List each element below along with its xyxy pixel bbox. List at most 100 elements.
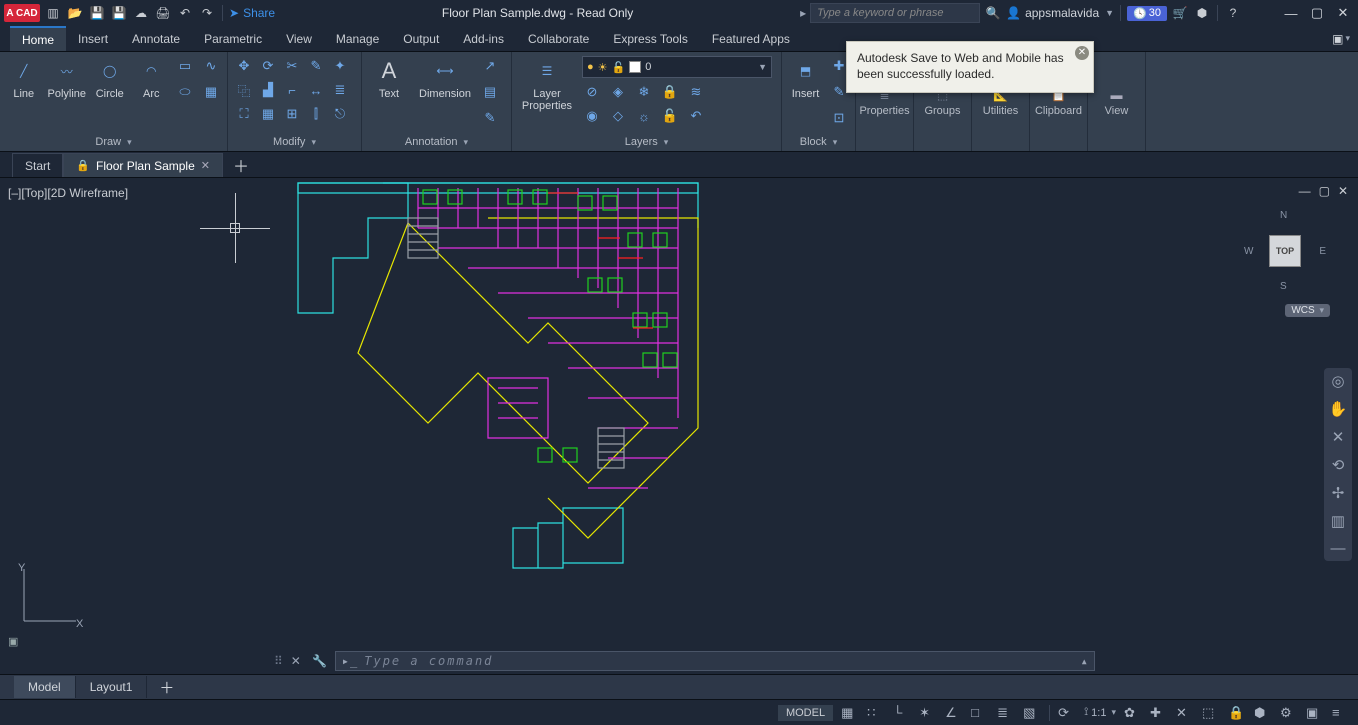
ucs-icon[interactable]: Y X [14,561,84,634]
explode-icon[interactable]: ✦ [330,56,350,76]
viewcube[interactable]: N S E W TOP [1240,206,1330,296]
layer-unisolate-icon[interactable]: ◇ [608,106,628,126]
rotate-icon[interactable]: ⟳ [258,56,278,76]
attribute-icon[interactable]: ⊡ [829,108,849,128]
anno-monitor-icon[interactable]: ✚ [1150,705,1168,721]
layer-thaw-icon[interactable]: ☼ [634,106,654,126]
mtext-icon[interactable]: ✎ [480,108,500,128]
viewcube-north[interactable]: N [1280,210,1287,221]
save-icon[interactable]: 💾 [88,4,106,22]
viewcube-west[interactable]: W [1244,246,1253,257]
tab-express-tools[interactable]: Express Tools [601,26,699,51]
fillet-icon[interactable]: ⌐ [282,80,302,100]
user-menu[interactable]: 👤 appsmalavida ▼ [1006,6,1114,20]
close-button[interactable]: ✕ [1332,5,1354,21]
stretch-icon[interactable]: ↔ [306,80,326,100]
viewport-close-icon[interactable]: ✕ [1338,184,1348,198]
line-button[interactable]: ╱Line [6,56,41,100]
clean-screen-icon[interactable]: ▣ [1306,705,1324,721]
erase-icon[interactable]: ✎ [306,56,326,76]
search-input[interactable]: Type a keyword or phrase [810,3,980,23]
showmotion-icon[interactable]: ✢ [1332,484,1345,502]
undo-icon[interactable]: ↶ [176,4,194,22]
open-icon[interactable]: 📂 [66,4,84,22]
move-icon[interactable]: ✥ [234,56,254,76]
command-history-icon[interactable]: ▴ [1081,654,1088,668]
lineweight-icon[interactable]: ≣ [997,705,1015,721]
table-icon[interactable]: ▤ [480,82,500,102]
insert-button[interactable]: ⬒Insert [788,56,823,100]
lock-ui-icon[interactable]: 🔒 [1228,705,1246,721]
tab-document[interactable]: 🔒 Floor Plan Sample ✕ [63,153,223,177]
offset-icon[interactable]: ≣ [330,80,350,100]
layer-freeze-icon[interactable]: ❄ [634,82,654,102]
app-store-icon[interactable]: ⬢ [1193,4,1211,22]
hardware-accel-icon[interactable]: ⚙ [1280,705,1298,721]
minimize-button[interactable]: — [1280,6,1302,21]
tab-output[interactable]: Output [391,26,451,51]
layout-tab-model[interactable]: Model [14,676,76,698]
layer-prev-icon[interactable]: ↶ [686,106,706,126]
tab-view[interactable]: View [274,26,324,51]
drawing-canvas[interactable]: [–][Top][2D Wireframe] — ▢ ✕ N S E W TOP… [0,178,1358,648]
app-logo[interactable]: A CAD [4,4,40,22]
tab-parametric[interactable]: Parametric [192,26,274,51]
scale-icon[interactable]: ⛶ [234,104,254,124]
full-nav-wheel-icon[interactable]: ◎ [1331,372,1344,390]
saveas-icon[interactable]: 💾 [110,4,128,22]
add-layout-button[interactable]: ＋ [147,677,186,698]
tab-manage[interactable]: Manage [324,26,391,51]
viewport-label[interactable]: [–][Top][2D Wireframe] [8,186,128,200]
help-icon[interactable]: ? [1224,4,1242,22]
trial-days-badge[interactable]: 🕓 30 [1127,6,1167,21]
pan-icon[interactable]: ✋ [1329,400,1348,418]
align-icon[interactable]: ⫿ [306,104,326,124]
tab-collaborate[interactable]: Collaborate [516,26,601,51]
redo-icon[interactable]: ↷ [198,4,216,22]
cycling-icon[interactable]: ⟳ [1058,705,1076,721]
ortho-icon[interactable]: └ [893,705,911,720]
maximize-button[interactable]: ▢ [1306,5,1328,21]
viewport-minimize-icon[interactable]: — [1299,184,1311,198]
layer-properties-button[interactable]: ☰ Layer Properties [518,56,576,112]
new-icon[interactable]: ▥ [44,4,62,22]
layer-dropdown[interactable]: ● ☀ 🔓 0 ▼ [582,56,772,78]
isodraft-icon[interactable]: ∠ [945,705,963,721]
new-tab-button[interactable]: ＋ [223,153,259,177]
layer-lock-icon[interactable]: 🔒 [660,82,680,102]
search-icon[interactable]: 🔍 [984,4,1002,22]
units-icon[interactable]: ✕ [1176,705,1194,721]
panel-view[interactable]: ▬View [1088,52,1146,151]
tab-annotate[interactable]: Annotate [120,26,192,51]
transparency-icon[interactable]: ▧ [1023,705,1041,721]
customization-icon[interactable]: ≡ [1332,705,1350,720]
command-input[interactable]: ▸_ Type a command ▴ [335,651,1095,671]
tab-featured-apps[interactable]: Featured Apps [700,26,802,51]
layer-on-icon[interactable]: ◉ [582,106,602,126]
hatch-icon[interactable]: ▦ [201,82,221,102]
savemobile-icon[interactable]: ☁ [132,4,150,22]
tab-addins[interactable]: Add-ins [451,26,516,51]
osnap-icon[interactable]: □ [971,705,989,720]
text-button[interactable]: AText [368,56,410,100]
arraypolar-icon[interactable]: ⊞ [282,104,302,124]
isolate-objects-icon[interactable]: ⬢ [1254,705,1272,721]
layer-isolate-icon[interactable]: ◈ [608,82,628,102]
customize-icon[interactable]: 🔧 [311,654,329,668]
rectangle-icon[interactable]: ▭ [175,56,195,76]
close-tab-icon[interactable]: ✕ [201,159,210,172]
orbit-icon[interactable]: ⟲ [1332,456,1345,474]
share-button[interactable]: ➤ Share [229,6,275,20]
circle-button[interactable]: ◯Circle [92,56,127,100]
commandbar-grip[interactable]: ⠿ [274,654,281,668]
status-model-button[interactable]: MODEL [778,705,833,721]
layer-match-icon[interactable]: ≋ [686,82,706,102]
nav-settings-icon[interactable]: ▥ [1331,512,1345,530]
anno-scale-button[interactable]: ⟟ 1:1▾ [1084,706,1116,719]
snap-icon[interactable]: ∷ [867,705,885,721]
arc-button[interactable]: ◠Arc [134,56,169,100]
tab-home[interactable]: Home [10,26,66,51]
close-commandline-icon[interactable]: ✕ [287,654,305,668]
viewport-maximize-icon[interactable]: ▢ [1319,184,1330,198]
dimension-button[interactable]: ⟷Dimension [416,56,474,100]
